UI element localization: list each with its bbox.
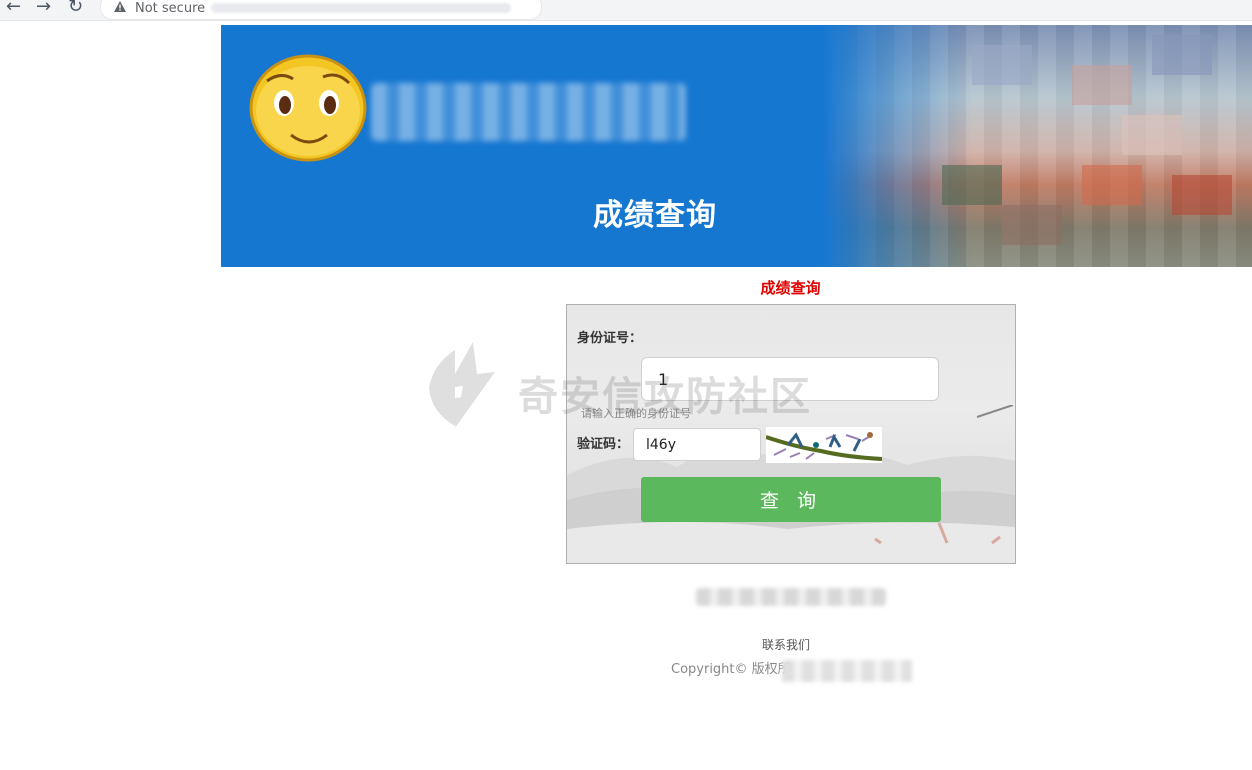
back-arrow-icon[interactable]: ← (6, 0, 21, 16)
copyright-text: Copyright© 版权所 (671, 662, 791, 677)
captcha-noise-graphic (766, 432, 882, 461)
captcha-image[interactable] (766, 427, 882, 463)
url-redacted (211, 3, 511, 13)
footer-info-redacted (696, 588, 886, 606)
id-number-hint: 请输入正确的身份证号 (581, 407, 691, 420)
smiley-face-icon (249, 54, 367, 162)
warning-triangle-icon[interactable] (113, 0, 127, 14)
page-title: 成绩查询 (760, 279, 821, 297)
score-query-form: 身份证号： 请输入正确的身份证号 验证码： 查 询 (566, 304, 1016, 564)
address-bar[interactable]: Not secure (100, 0, 542, 20)
header-banner: 成绩查询 (221, 25, 1252, 267)
banner-title: 成绩查询 (593, 198, 717, 233)
reload-icon[interactable]: ↻ (68, 0, 83, 16)
lightning-logo-icon (429, 342, 495, 428)
school-name-redacted (371, 83, 686, 141)
copyright-owner-redacted (782, 660, 912, 682)
contact-us-link[interactable]: 联系我们 (762, 636, 810, 653)
browser-toolbar: ← → ↻ Not secure (0, 0, 1252, 21)
forward-arrow-icon[interactable]: → (36, 0, 51, 16)
query-button[interactable]: 查 询 (641, 477, 941, 522)
captcha-input[interactable] (633, 428, 761, 461)
campus-photo (822, 25, 1252, 267)
id-number-input[interactable] (641, 357, 939, 401)
id-number-label: 身份证号： (577, 331, 643, 346)
captcha-label: 验证码： (577, 437, 630, 452)
security-status-label[interactable]: Not secure (135, 1, 205, 16)
